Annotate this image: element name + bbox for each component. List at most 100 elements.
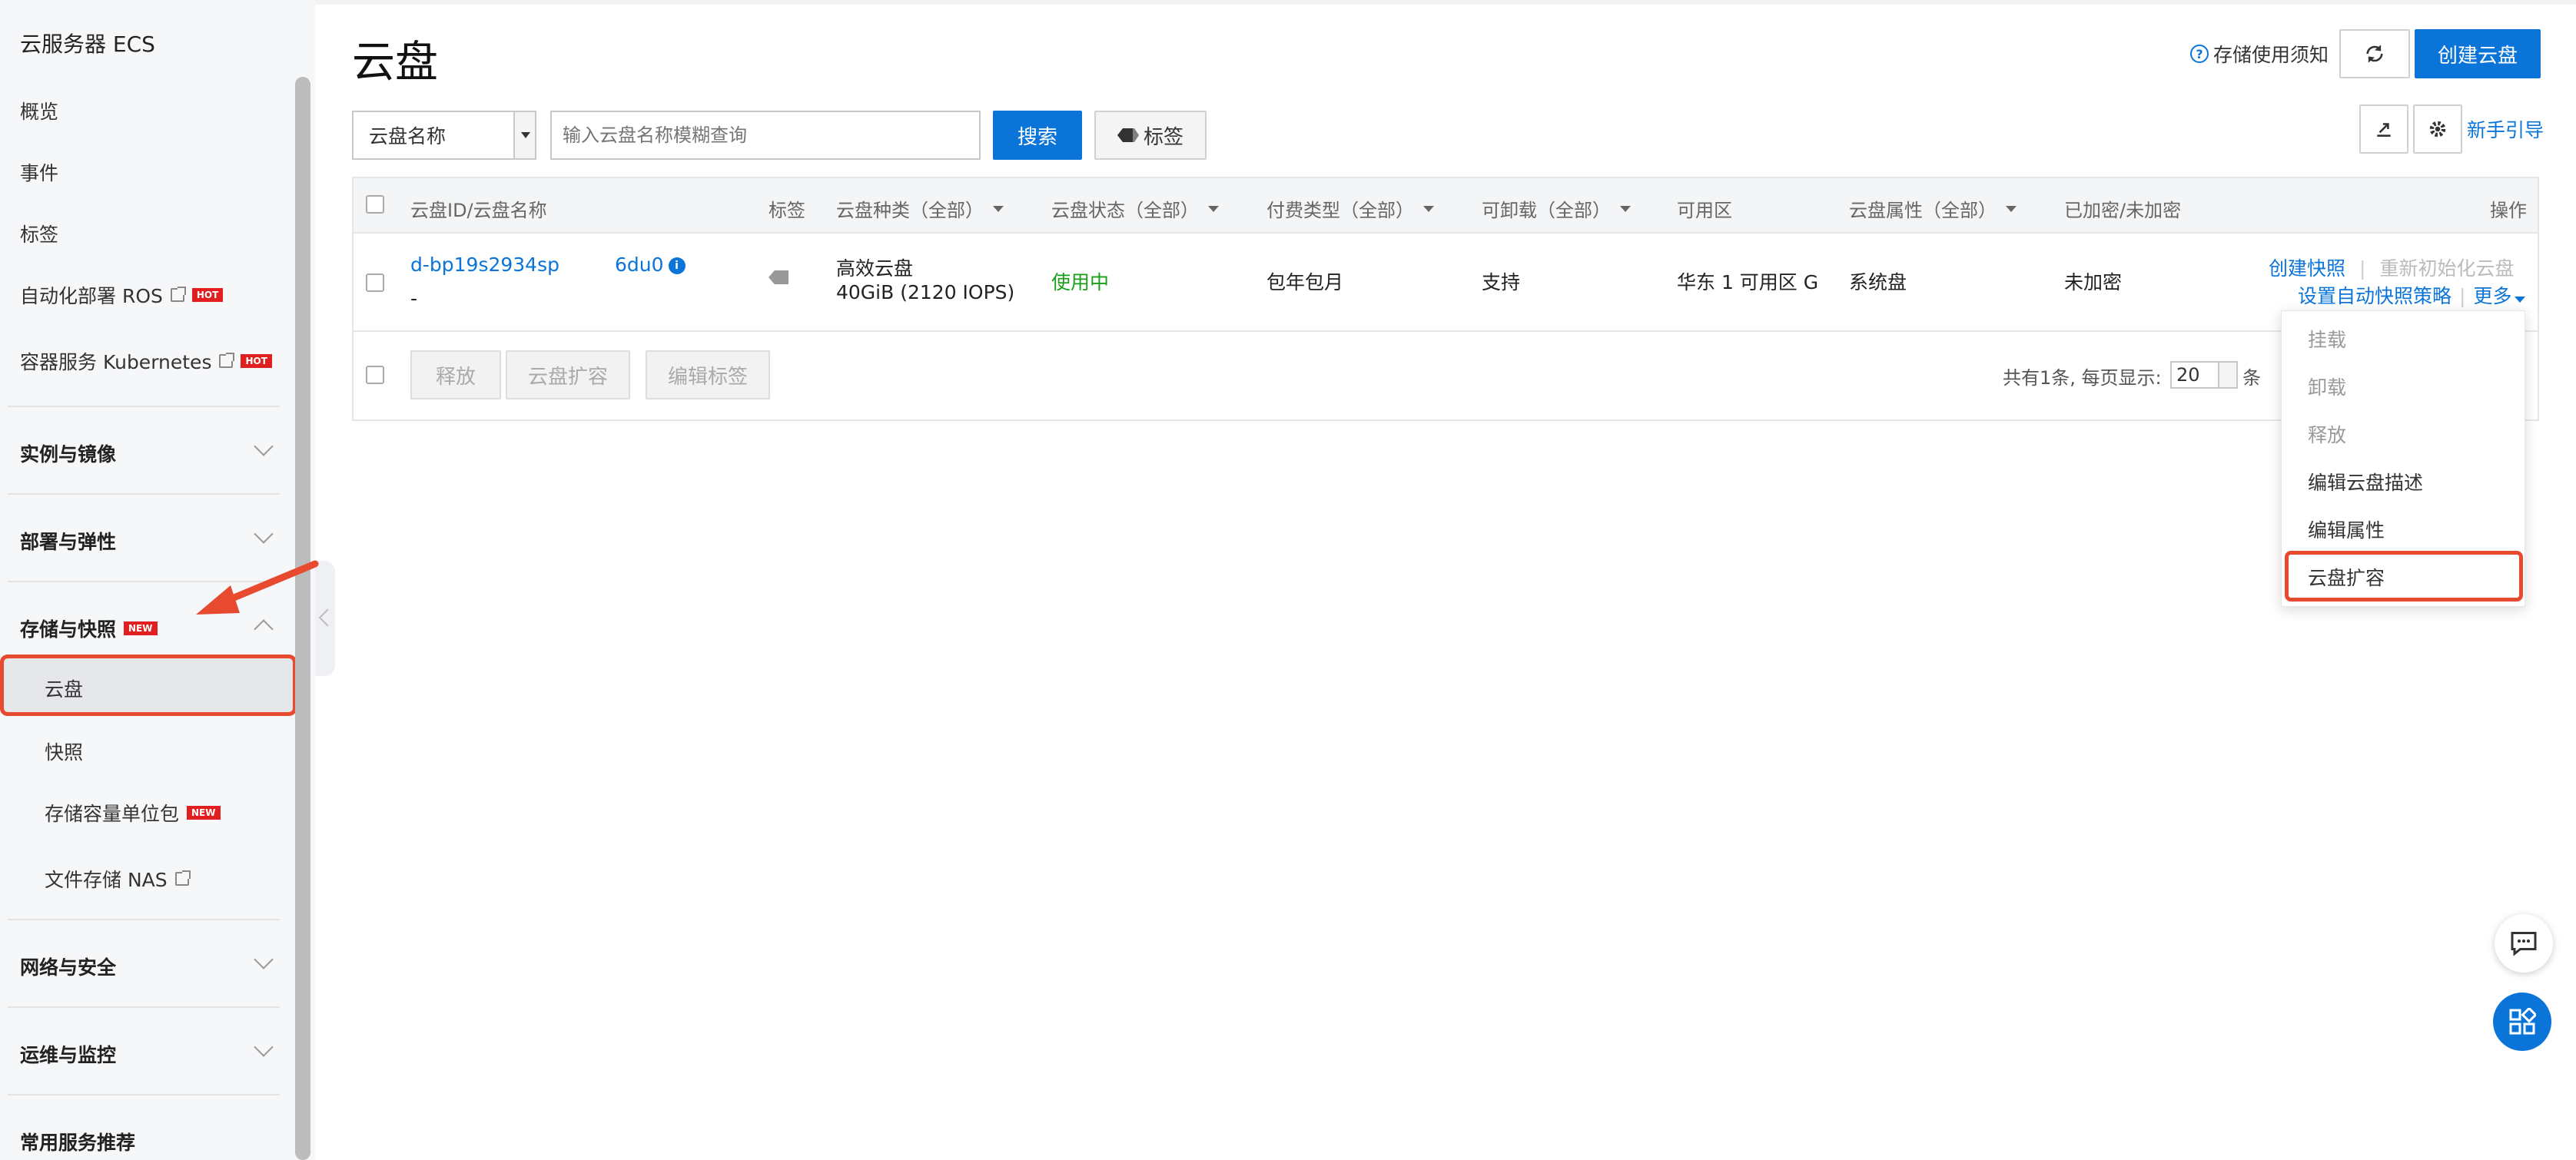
search-input[interactable] (550, 111, 981, 160)
row-actions-line2: 设置自动快照策略 | 更多 (2298, 281, 2526, 309)
edit-tags-button[interactable]: 编辑标签 (646, 350, 770, 399)
sidebar-group-recommended[interactable]: 常用服务推荐 (20, 1128, 135, 1155)
sidebar-item-label: 事件 (20, 162, 59, 184)
chevron-down-icon[interactable] (254, 524, 274, 544)
separator: | (2359, 257, 2366, 280)
sidebar-item-events[interactable]: 事件 (20, 158, 58, 186)
col-detachable[interactable]: 可卸载（全部） (1482, 195, 1631, 222)
col-attribute[interactable]: 云盘属性（全部） (1849, 195, 2017, 222)
separator: | (2459, 285, 2466, 307)
tag-filter-button[interactable]: 标签 (1094, 111, 1207, 160)
sidebar-item-label: 自动化部署 ROS (20, 285, 163, 307)
menu-item-attach[interactable]: 挂载 (2308, 325, 2346, 353)
release-button[interactable]: 释放 (410, 350, 501, 399)
external-link-icon (170, 287, 186, 302)
sidebar-item-nas[interactable]: 文件存储 NAS (45, 865, 191, 893)
apps-button[interactable] (2493, 993, 2551, 1051)
info-icon[interactable]: i (668, 257, 685, 274)
menu-item-edit-description[interactable]: 编辑云盘描述 (2308, 468, 2423, 495)
disk-id-link[interactable]: d-bp19s2934sp (410, 254, 559, 276)
create-snapshot-link[interactable]: 创建快照 (2269, 257, 2345, 280)
annotation-arrow-icon (196, 560, 319, 615)
create-disk-button[interactable]: 创建云盘 (2415, 29, 2541, 78)
tag-icon[interactable] (768, 270, 788, 284)
caret-down-icon (2515, 297, 2526, 303)
sidebar-group-instances[interactable]: 实例与镜像 (20, 439, 281, 467)
col-disk-status[interactable]: 云盘状态（全部） (1051, 195, 1219, 222)
chevron-down-icon[interactable] (254, 1037, 274, 1057)
sidebar-item-label: 概览 (20, 101, 59, 123)
gear-icon (2429, 121, 2446, 138)
col-disk-type[interactable]: 云盘种类（全部） (836, 195, 1004, 222)
encryption-status: 未加密 (2064, 271, 2123, 293)
sidebar-item-kubernetes[interactable]: 容器服务 Kubernetes HOT (20, 347, 272, 375)
notice-label: 存储使用须知 (2213, 44, 2329, 66)
table-footer: 释放 云盘扩容 编辑标签 共有1条, 每页显示: 20 条 (354, 332, 2538, 419)
disk-table: 云盘ID/云盘名称 标签 云盘种类（全部） 云盘状态（全部） 付费类型（全部） … (352, 177, 2539, 421)
sidebar-group-ops[interactable]: 运维与监控 (20, 1040, 116, 1068)
detachable: 支持 (1482, 271, 1521, 293)
guide-link[interactable]: 新手引导 (2467, 115, 2544, 143)
sidebar-group-label: 部署与弹性 (20, 531, 117, 553)
storage-notice-link[interactable]: ? 存储使用须知 (2190, 40, 2329, 68)
footer-select-all-checkbox[interactable] (366, 366, 384, 384)
disk-name: - (410, 287, 418, 310)
caret-down-icon (2006, 205, 2017, 212)
col-tags: 标签 (768, 200, 805, 221)
sidebar-title: 云服务器 ECS (20, 31, 155, 57)
sidebar-item-label: 存储容量单位包 (45, 803, 180, 825)
export-icon (2377, 123, 2391, 137)
table-header: 云盘ID/云盘名称 标签 云盘种类（全部） 云盘状态（全部） 付费类型（全部） … (354, 178, 2538, 234)
col-billing[interactable]: 付费类型（全部） (1266, 195, 1434, 222)
sidebar-item-snapshots[interactable]: 快照 (45, 737, 83, 765)
page-size-select[interactable]: 20 (2170, 361, 2238, 389)
refresh-button[interactable] (2339, 29, 2410, 78)
sidebar-item-disks[interactable]: 云盘 (45, 674, 83, 702)
sidebar-item-tags[interactable]: 标签 (20, 220, 58, 247)
external-link-icon (219, 353, 235, 368)
chevron-down-icon[interactable] (254, 950, 274, 969)
menu-item-expand-disk[interactable]: 云盘扩容 (2308, 563, 2385, 591)
col-label: 云盘状态（全部） (1051, 200, 1199, 221)
sidebar-item-ros[interactable]: 自动化部署 ROS HOT (20, 281, 224, 309)
search-button[interactable]: 搜索 (993, 111, 1082, 160)
select-value: 云盘名称 (369, 125, 446, 147)
caret-down-icon (1620, 205, 1631, 212)
sidebar-divider (8, 919, 280, 920)
sidebar-group-storage[interactable]: 存储与快照 NEW (20, 615, 158, 642)
sidebar-item-overview[interactable]: 概览 (20, 97, 58, 124)
disk-id[interactable]: d-bp19s2934sp 6du0 i (410, 254, 685, 276)
row-checkbox[interactable] (366, 273, 384, 292)
sidebar-group-deployment[interactable]: 部署与弹性 (20, 527, 116, 555)
sidebar-group-label: 运维与监控 (20, 1044, 117, 1066)
search-field-select[interactable]: 云盘名称 (352, 111, 536, 160)
sidebar-group-network[interactable]: 网络与安全 (20, 953, 116, 980)
caret-down-icon (1208, 205, 1219, 212)
disk-id-suffix[interactable]: 6du0 (615, 254, 664, 276)
col-label: 可卸载（全部） (1482, 200, 1611, 221)
sidebar-group-label: 网络与安全 (20, 956, 117, 979)
menu-item-edit-attributes[interactable]: 编辑属性 (2308, 515, 2385, 543)
status-badge: 使用中 (1051, 271, 1110, 293)
apps-grid-icon (2509, 1008, 2536, 1035)
sidebar-group-label: 存储与快照 (20, 618, 117, 641)
menu-item-release[interactable]: 释放 (2308, 420, 2346, 448)
reinit-disk-link: 重新初始化云盘 (2379, 257, 2515, 280)
sidebar-divider (8, 493, 280, 495)
select-all-checkbox[interactable] (366, 195, 384, 214)
more-actions-link[interactable]: 更多 (2473, 285, 2526, 307)
sidebar-item-label: 标签 (20, 224, 59, 246)
feedback-button[interactable] (2495, 914, 2553, 973)
expand-disk-button[interactable]: 云盘扩容 (506, 350, 630, 399)
export-button[interactable] (2359, 104, 2408, 154)
sidebar-divider (8, 1094, 280, 1095)
more-actions-dropdown: 挂载 卸载 释放 编辑云盘描述 编辑属性 云盘扩容 (2281, 310, 2525, 607)
zone: 华东 1 可用区 G (1677, 271, 1819, 293)
menu-item-detach[interactable]: 卸载 (2308, 373, 2346, 400)
col-actions: 操作 (2490, 200, 2527, 221)
settings-button[interactable] (2413, 104, 2462, 154)
auto-snapshot-policy-link[interactable]: 设置自动快照策略 (2298, 285, 2452, 307)
tags-icon (1117, 128, 1139, 142)
sidebar-item-storage-capacity-unit[interactable]: 存储容量单位包 NEW (45, 799, 221, 827)
chat-icon (2511, 932, 2537, 956)
